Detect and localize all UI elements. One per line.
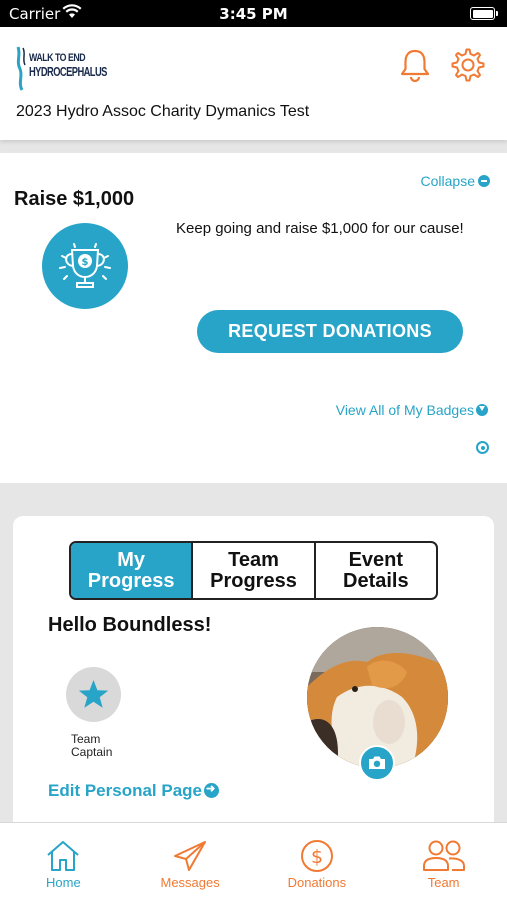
team-captain-label: Team Captain	[71, 732, 113, 759]
logo-text-line2: HYDROCEPHALUS	[29, 64, 107, 79]
camera-icon	[369, 756, 385, 769]
svg-text:$: $	[311, 846, 323, 868]
event-title: 2023 Hydro Assoc Charity Dymanics Test	[16, 103, 310, 120]
tab-messages[interactable]: Messages	[127, 823, 254, 900]
status-bar: Carrier 3:45 PM	[0, 0, 507, 27]
tab-label: Team Progress	[210, 548, 297, 592]
battery-icon	[470, 7, 498, 20]
tab-messages-label: Messages	[160, 875, 220, 890]
request-donations-button[interactable]: REQUEST DONATIONS	[197, 310, 463, 353]
bottom-tab-bar: Home Messages $ Donations Team	[0, 822, 507, 900]
chevron-down-circle-icon	[476, 404, 488, 416]
clock: 3:45 PM	[219, 5, 288, 23]
minus-circle-icon	[478, 175, 490, 187]
home-icon	[47, 841, 80, 871]
paper-plane-icon	[174, 841, 207, 871]
progress-tabs: My Progress Team Progress Event Details	[69, 541, 438, 600]
bell-icon[interactable]	[399, 48, 431, 87]
edit-personal-page-link[interactable]: Edit Personal Page	[48, 781, 219, 801]
tab-donations[interactable]: $ Donations	[254, 823, 381, 900]
team-icon	[422, 840, 465, 871]
badge-title: Raise $1,000	[14, 188, 135, 210]
view-badges-label: View All of My Badges	[335, 402, 474, 418]
tab-label: My Progress	[87, 548, 175, 592]
badge-description: Keep going and raise $1,000 for our caus…	[176, 220, 464, 237]
tab-home[interactable]: Home	[0, 823, 127, 900]
change-photo-button[interactable]	[359, 745, 395, 781]
progress-card: My Progress Team Progress Event Details …	[13, 516, 494, 836]
collapse-link[interactable]: Collapse	[421, 173, 490, 189]
view-all-badges-link[interactable]: View All of My Badges	[336, 402, 488, 418]
arrow-right-circle-icon	[204, 782, 219, 798]
gear-icon[interactable]	[451, 48, 485, 87]
app-header: WALK TO END HYDROCEPHALUS 2023 Hydro Ass…	[0, 27, 507, 140]
badge-card: Collapse Raise $1,000 $ Keep going and r…	[0, 153, 507, 483]
walk-logo: WALK TO END HYDROCEPHALUS	[14, 45, 107, 91]
tab-event-details[interactable]: Event Details	[313, 543, 436, 598]
tab-my-progress[interactable]: My Progress	[71, 543, 192, 598]
page-indicator-dot[interactable]	[476, 441, 489, 454]
dollar-circle-icon: $	[300, 840, 333, 872]
greeting: Hello Boundless!	[48, 614, 212, 636]
tab-team-label: Team	[427, 875, 460, 890]
tab-team-progress[interactable]: Team Progress	[191, 543, 313, 598]
svg-text:$: $	[82, 257, 89, 268]
tab-donations-label: Donations	[287, 875, 347, 890]
tab-label: Event Details	[343, 548, 409, 592]
edit-page-label: Edit Personal Page	[48, 781, 202, 800]
logo-text-line1: WALK TO END	[29, 52, 86, 64]
collapse-label: Collapse	[420, 173, 475, 189]
trophy-badge-icon: $	[42, 223, 128, 309]
star-icon	[66, 667, 121, 722]
tab-team[interactable]: Team	[380, 823, 507, 900]
tab-home-label: Home	[46, 875, 81, 890]
